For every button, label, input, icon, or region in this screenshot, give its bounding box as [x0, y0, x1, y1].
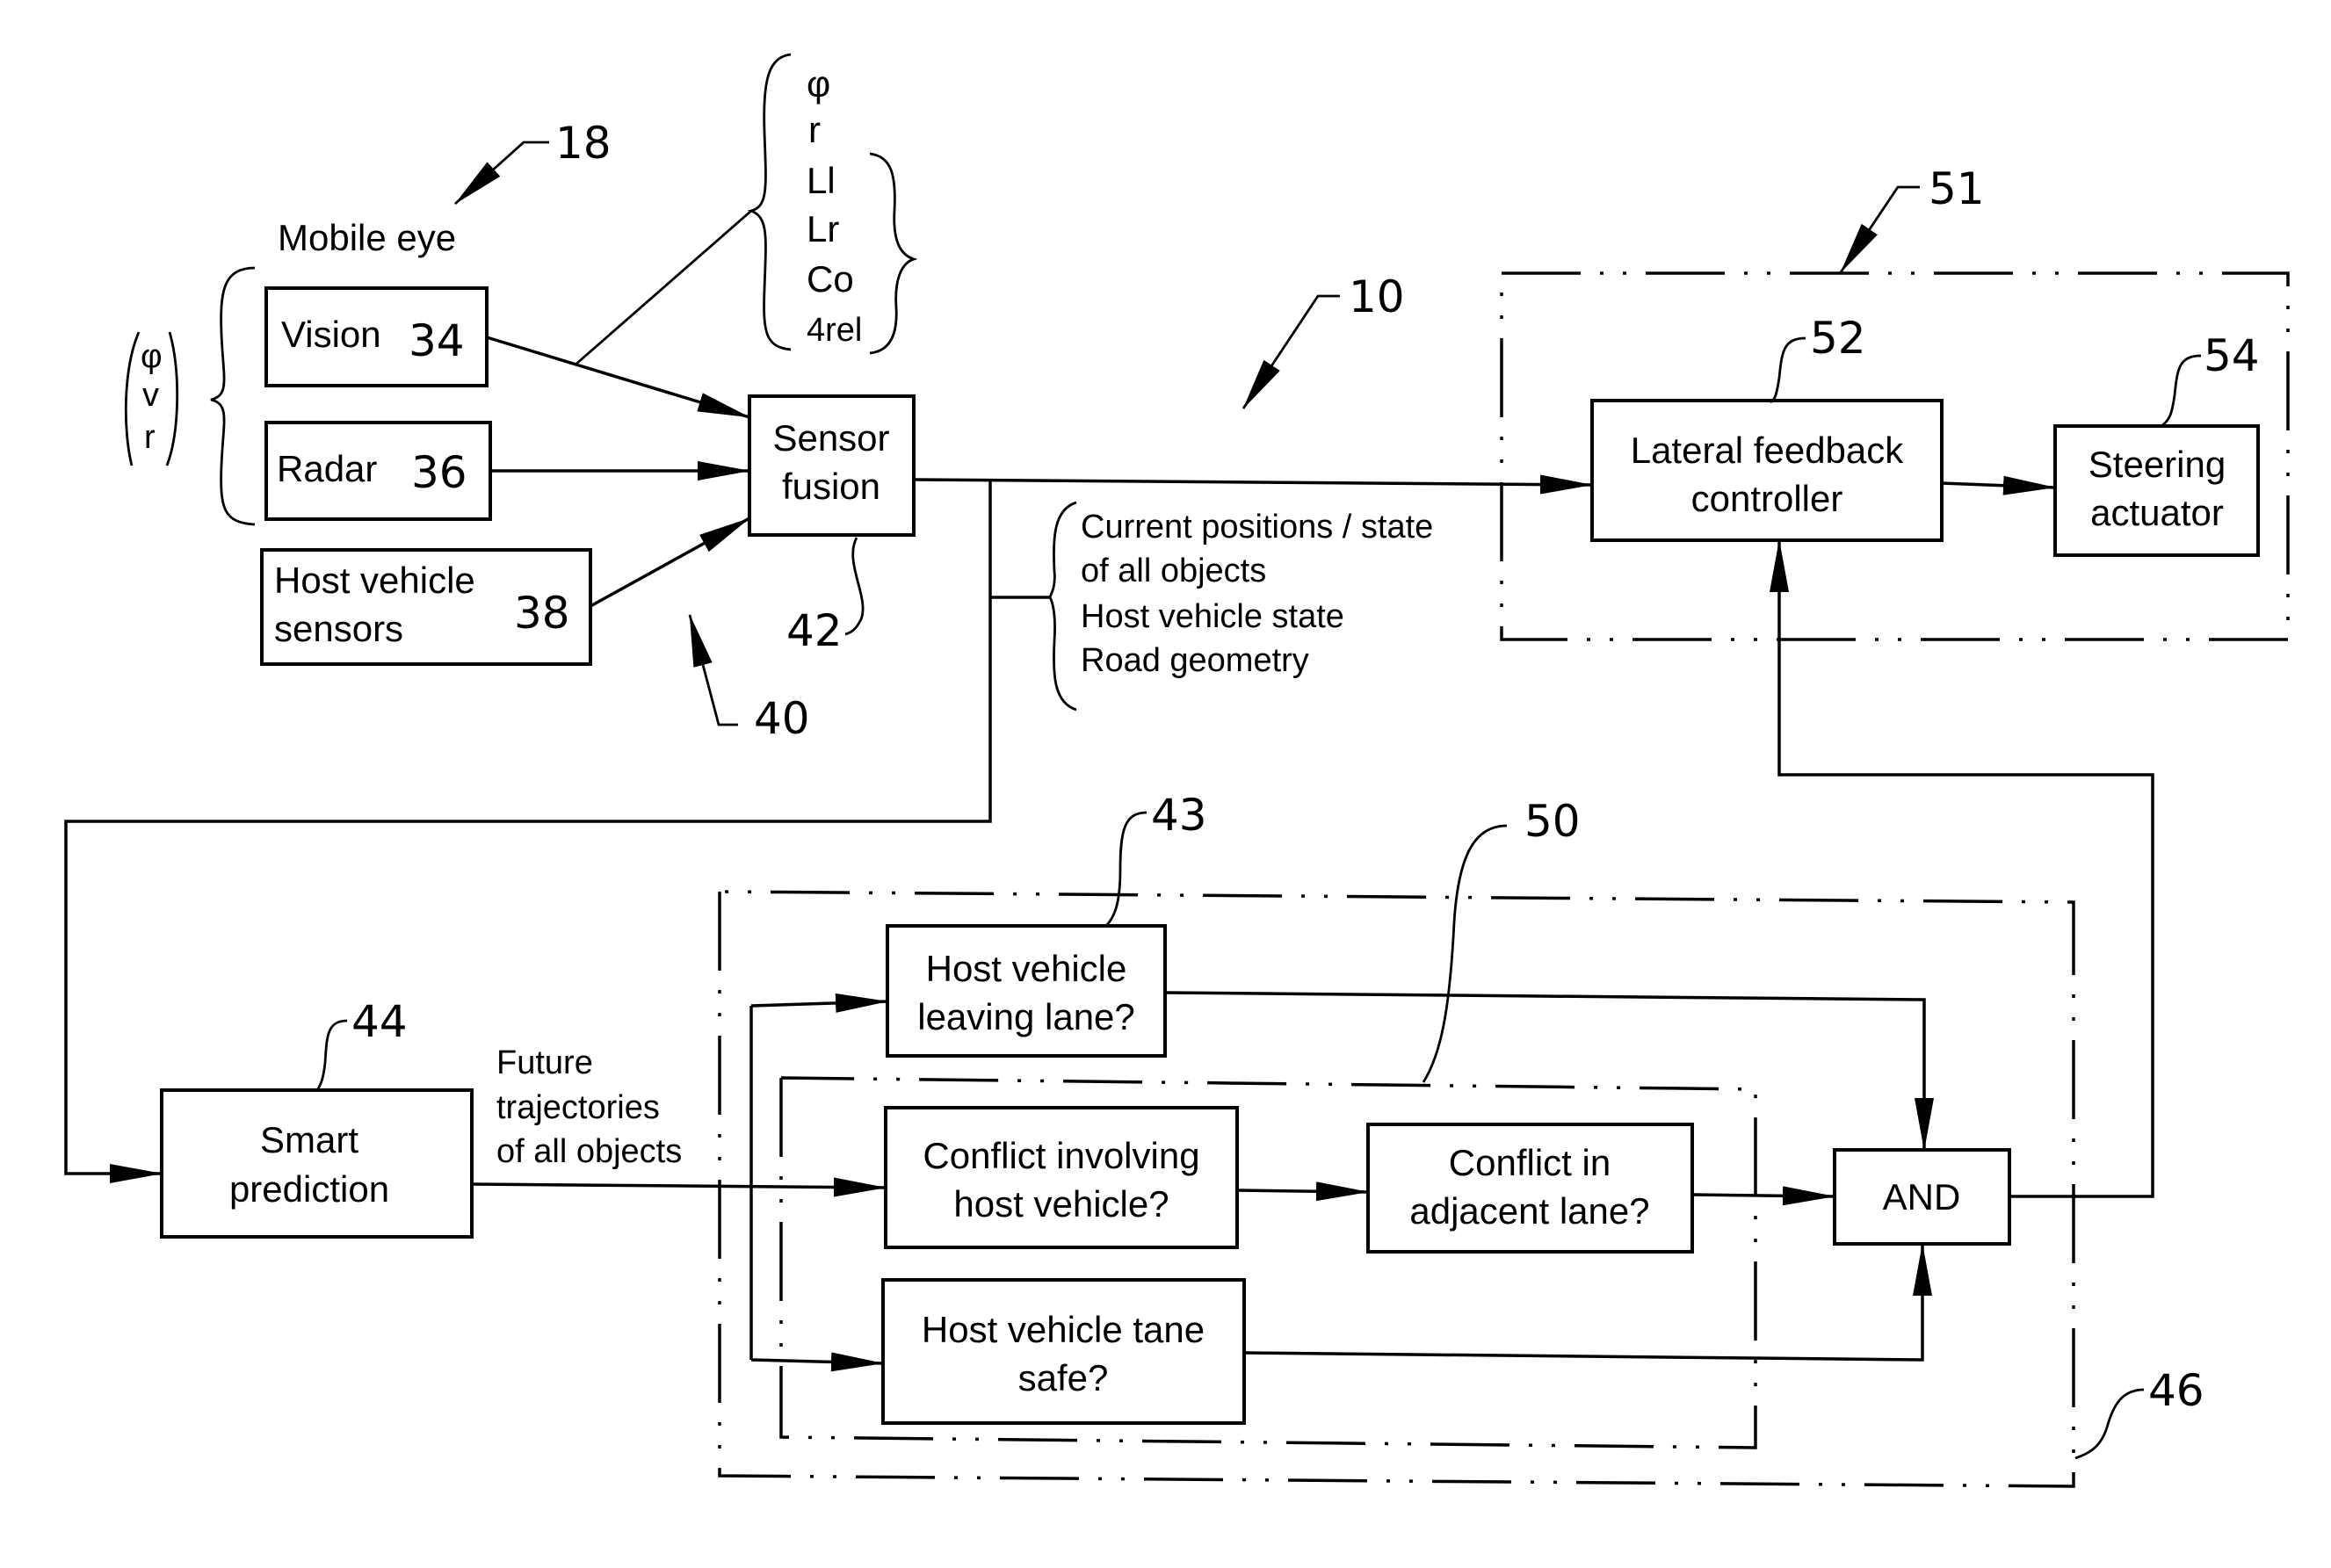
ref-46-leader — [2074, 1388, 2145, 1460]
block-diagram: 18 Mobile eye φ v r Vision 34 Radar 36 H… — [64, 53, 2290, 1488]
prediction-output-line2: trajectories — [496, 1089, 660, 1126]
conflict-host-to-adjacent-arrow — [1236, 1181, 1369, 1202]
steering-actuator-block: Steering actuator — [2053, 424, 2260, 557]
controller-line2: controller — [1691, 478, 1843, 519]
ref-52: 52 — [1810, 313, 1866, 364]
ref-40: 40 — [754, 693, 810, 744]
bus-to-leaving-lane-arrow — [750, 993, 888, 1013]
fusion-output-line1: Current positions / state — [1081, 509, 1433, 546]
sensor-fusion-line2: fusion — [782, 466, 880, 507]
vision-output-4rel: 4rel — [807, 312, 862, 349]
sensor-fusion-block: Sensor fusion — [748, 394, 916, 537]
lane-safe-line1: Host vehicle tane — [922, 1309, 1205, 1350]
output-r: r — [144, 419, 156, 456]
ref-51: 51 — [1929, 163, 1985, 214]
vision-output-co: Co — [807, 258, 854, 300]
sensor-fusion-line1: Sensor — [772, 417, 889, 459]
mobile-eye-title: Mobile eye — [278, 217, 456, 258]
ref-10-leader — [1242, 294, 1340, 409]
lane-safe-to-and-arrow — [1243, 1243, 1932, 1362]
ref-42: 42 — [786, 605, 843, 656]
leaving-lane-block: Host vehicle leaving lane? — [886, 924, 1167, 1058]
fusion-output-line3: Host vehicle state — [1081, 598, 1344, 635]
host-sensors-line1: Host vehicle — [274, 560, 475, 601]
fusion-output-line2: of all objects — [1081, 553, 1266, 589]
ref-51-leader — [1839, 185, 1920, 273]
ref-36: 36 — [411, 447, 467, 498]
prediction-output-line3: of all objects — [496, 1133, 682, 1170]
left-output-brace: φ v r — [124, 266, 256, 526]
ref-10: 10 — [1349, 271, 1405, 322]
host-sensors-to-fusion-arrow — [590, 517, 750, 608]
ref-34: 34 — [409, 315, 465, 366]
lateral-feedback-controller-block: Lateral feedback controller — [1590, 399, 1944, 542]
conflict-host-line1: Conflict involving — [923, 1135, 1199, 1176]
host-vehicle-sensors-block: Host vehicle sensors 38 — [260, 548, 592, 666]
output-v: v — [142, 377, 159, 414]
conflict-host-line2: host vehicle? — [953, 1183, 1169, 1225]
vision-to-fusion-arrow — [486, 336, 750, 419]
conflict-adjacent-line2: adjacent lane? — [1409, 1190, 1649, 1232]
vision-block: Vision 34 — [264, 286, 489, 387]
leaving-lane-line2: leaving lane? — [917, 996, 1135, 1037]
prediction-line2: prediction — [229, 1168, 389, 1210]
controller-line1: Lateral feedback — [1631, 430, 1905, 471]
output-phi: φ — [141, 338, 163, 375]
smart-prediction-block: Smart prediction — [160, 1088, 474, 1239]
ref-43: 43 — [1151, 790, 1207, 841]
prediction-output-line1: Future — [496, 1044, 593, 1081]
ref-38: 38 — [514, 588, 570, 639]
conflict-adjacent-to-and-arrow — [1691, 1186, 1835, 1206]
ref-42-leader — [844, 537, 865, 636]
radar-label: Radar — [277, 448, 377, 489]
fusion-output-line4: Road geometry — [1081, 642, 1309, 679]
ref-44-leader — [315, 1019, 348, 1092]
ref-54-leader — [2161, 354, 2202, 428]
ref-50: 50 — [1524, 796, 1581, 847]
actuator-line1: Steering — [2088, 444, 2226, 485]
and-gate-block: AND — [1833, 1148, 2011, 1246]
vision-output-ll: Ll — [807, 160, 836, 201]
ref-40-leader — [688, 614, 738, 726]
conflict-adjacent-block: Conflict in adjacent lane? — [1366, 1123, 1694, 1254]
conflict-adjacent-line1: Conflict in — [1449, 1142, 1611, 1183]
ref-43-leader — [1104, 811, 1147, 928]
ref-18: 18 — [555, 118, 612, 169]
vision-label: Vision — [281, 314, 381, 355]
vision-output-lr: Lr — [807, 208, 839, 249]
fusion-to-controller-arrow — [913, 474, 1593, 495]
ref-50-leader — [1422, 824, 1508, 1083]
conflict-host-block: Conflict involving host vehicle? — [884, 1106, 1239, 1249]
fusion-output-brace — [1048, 501, 1077, 712]
leaving-lane-line1: Host vehicle — [926, 948, 1127, 989]
lane-safe-block: Host vehicle tane safe? — [881, 1278, 1246, 1425]
actuator-line2: actuator — [2090, 492, 2224, 533]
ref-52-leader — [1770, 336, 1806, 404]
ref-18-leader: 18 — [454, 118, 612, 206]
bus-to-lane-safe-arrow — [750, 1352, 884, 1372]
controller-to-actuator-arrow — [1941, 475, 2056, 495]
prediction-to-conflict-arrow — [471, 1177, 887, 1197]
and-gate-label: AND — [1883, 1176, 1961, 1218]
vision-output-r: r — [808, 109, 821, 150]
host-sensors-line2: sensors — [274, 608, 403, 649]
vision-output-phi: φ — [807, 63, 830, 105]
vision-output-brace: φ r Ll Lr Co 4rel — [575, 53, 918, 366]
lane-safe-line2: safe? — [1018, 1357, 1109, 1398]
radar-block: Radar 36 — [264, 421, 492, 521]
ref-54: 54 — [2204, 330, 2260, 381]
ref-44: 44 — [351, 996, 408, 1047]
ref-46: 46 — [2148, 1365, 2204, 1416]
prediction-line1: Smart — [260, 1119, 358, 1160]
